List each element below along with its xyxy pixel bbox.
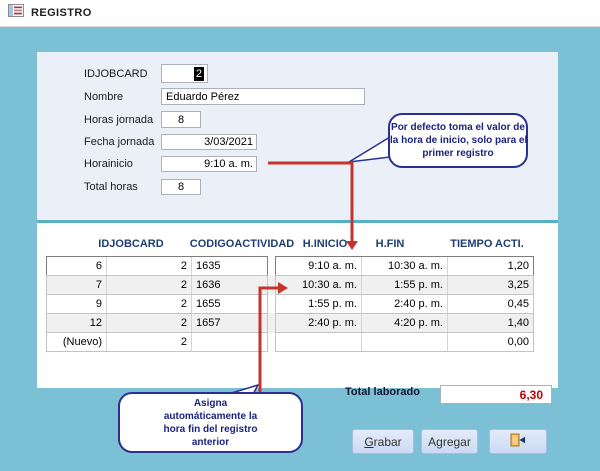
fecha-jornada-label: Fecha jornada	[84, 136, 155, 148]
callout-line: primer registro	[422, 148, 494, 159]
cell-h-fin[interactable]	[362, 333, 448, 351]
cell-gap	[268, 256, 275, 276]
cell-idjobcard[interactable]: 2	[107, 295, 192, 313]
cell-h-inicio[interactable]	[276, 333, 362, 351]
cell-codigo[interactable]	[192, 333, 267, 351]
horainicio-field[interactable]: 9:10 a. m.	[161, 156, 257, 172]
header-h-inicio: H.INICIO	[302, 238, 348, 250]
cell-h-fin[interactable]: 2:40 p. m.	[362, 295, 448, 313]
callout-line: Por defecto toma el valor de	[391, 122, 525, 133]
agregar-button[interactable]: Agregar	[421, 429, 478, 454]
table-body: 6 2 1635 9:10 a. m. 10:30 a. m. 1,20 7 2 1636 …	[46, 256, 534, 352]
grabar-accel: G	[364, 434, 374, 449]
table-row: 6 2 1635 9:10 a. m. 10:30 a. m. 1,20	[46, 256, 534, 276]
cell-h-inicio[interactable]: 9:10 a. m.	[276, 257, 362, 275]
idjobcard-field[interactable]: 2	[161, 64, 208, 83]
cell-idjobcard[interactable]: 2	[107, 276, 192, 294]
cell-h-fin[interactable]: 1:55 p. m.	[362, 276, 448, 294]
cell-codigo[interactable]: 1655	[192, 295, 267, 313]
nombre-field[interactable]: Eduardo Pérez	[161, 88, 365, 105]
cell-gap	[268, 294, 275, 314]
cell-id[interactable]: 12	[47, 314, 107, 332]
nombre-label: Nombre	[84, 90, 124, 103]
records-subform: IDJOBCARD CODIGOACTIVIDAD H.INICIO H.FIN…	[37, 220, 558, 388]
grabar-button[interactable]: Grabar	[352, 429, 414, 454]
cell-tiempo[interactable]: 1,20	[448, 257, 533, 275]
cell-h-fin[interactable]: 10:30 a. m.	[362, 257, 448, 275]
titlebar: REGISTRO	[0, 0, 600, 27]
cell-id[interactable]: 7	[47, 276, 107, 294]
form-icon	[8, 4, 24, 22]
cell-idjobcard[interactable]: 2	[107, 333, 192, 351]
cell-idjobcard[interactable]: 2	[107, 257, 192, 275]
header-codigoactividad: CODIGOACTIVIDAD	[189, 238, 295, 250]
total-laborado-label: Total laborado	[345, 386, 420, 398]
registro-window: REGISTRO IDJOBCARD 2 Nombre Eduardo Pére…	[0, 0, 600, 471]
fecha-jornada-field[interactable]: 3/03/2021	[161, 134, 257, 150]
total-horas-label: Total horas	[84, 181, 138, 193]
horas-jornada-label: Horas jornada	[84, 113, 154, 126]
idjobcard-label: IDJOBCARD	[84, 67, 148, 80]
table-row-new: (Nuevo) 2 0,00	[46, 332, 534, 352]
exit-button[interactable]	[489, 429, 547, 454]
cell-id[interactable]: (Nuevo)	[47, 333, 107, 351]
cell-codigo[interactable]: 1657	[192, 314, 267, 332]
table-row: 12 2 1657 2:40 p. m. 4:20 p. m. 1,40	[46, 313, 534, 333]
header-h-fin: H.FIN	[375, 238, 405, 250]
cell-h-inicio[interactable]: 2:40 p. m.	[276, 314, 362, 332]
callout-line: anterior	[191, 436, 230, 448]
cell-tiempo[interactable]: 1,40	[448, 314, 533, 332]
callout-line: Asigna	[193, 397, 228, 409]
cell-codigo[interactable]: 1636	[192, 276, 267, 294]
cell-codigo[interactable]: 1635	[192, 257, 267, 275]
callout-line: la hora de inicio, solo para el	[390, 135, 528, 146]
cell-gap	[268, 332, 275, 352]
callout-default-hour: Por defecto toma el valor de la hora de …	[388, 113, 528, 168]
cell-id[interactable]: 6	[47, 257, 107, 275]
cell-idjobcard[interactable]: 2	[107, 314, 192, 332]
cell-id[interactable]: 9	[47, 295, 107, 313]
horainicio-label: Horainicio	[84, 158, 133, 170]
callout-auto-end-hour: Asigna automáticamente la hora fin del r…	[118, 392, 303, 453]
table-row: 7 2 1636 10:30 a. m. 1:55 p. m. 3,25	[46, 275, 534, 295]
window-title: REGISTRO	[31, 7, 92, 19]
cell-gap	[268, 313, 275, 333]
cell-h-inicio[interactable]: 10:30 a. m.	[276, 276, 362, 294]
cell-h-fin[interactable]: 4:20 p. m.	[362, 314, 448, 332]
table-row: 9 2 1655 1:55 p. m. 2:40 p. m. 0,45	[46, 294, 534, 314]
cell-tiempo[interactable]: 0,00	[448, 333, 533, 351]
total-laborado-field[interactable]: 6,30	[440, 385, 552, 404]
exit-door-icon	[510, 433, 527, 450]
callout-line: hora fin del registro	[163, 423, 258, 435]
cell-h-inicio[interactable]: 1:55 p. m.	[276, 295, 362, 313]
cell-gap	[268, 275, 275, 295]
idjobcard-value: 2	[193, 66, 204, 81]
header-tiempo-acti: TIEMPO ACTI.	[450, 238, 524, 250]
header-idjobcard: IDJOBCARD	[98, 238, 164, 250]
cell-tiempo[interactable]: 3,25	[448, 276, 533, 294]
horas-jornada-field[interactable]: 8	[161, 111, 201, 128]
callout-line: automáticamente la	[163, 410, 258, 422]
total-horas-field[interactable]: 8	[161, 179, 201, 195]
grabar-rest: rabar	[373, 434, 402, 449]
cell-tiempo[interactable]: 0,45	[448, 295, 533, 313]
